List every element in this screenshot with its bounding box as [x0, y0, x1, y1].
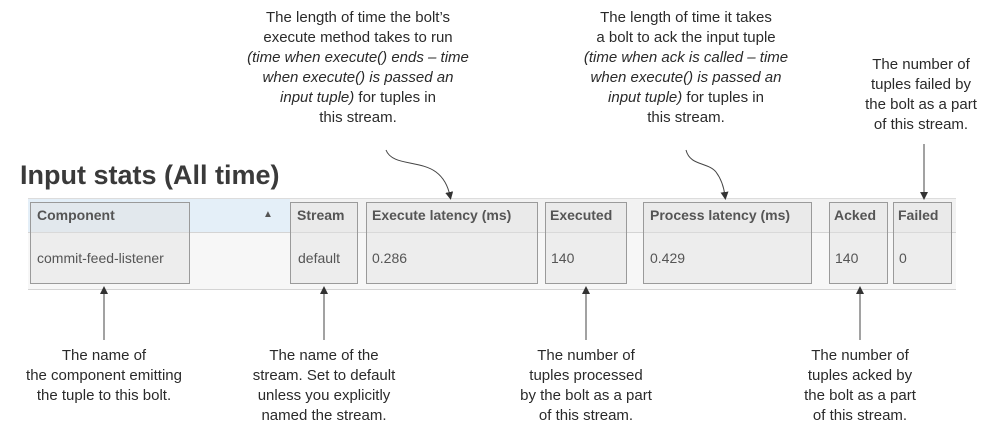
acked-note: The number of tuples acked by the bolt a… [804, 347, 916, 424]
stream-note: The name of the stream. Set to default u… [252, 347, 396, 424]
execute-latency-arrow [385, 149, 454, 200]
process-latency-arrow [685, 149, 729, 200]
executed-note: The number of tuples processed by the bo… [520, 347, 652, 424]
component-note: The name of the component emitting the t… [26, 347, 182, 404]
